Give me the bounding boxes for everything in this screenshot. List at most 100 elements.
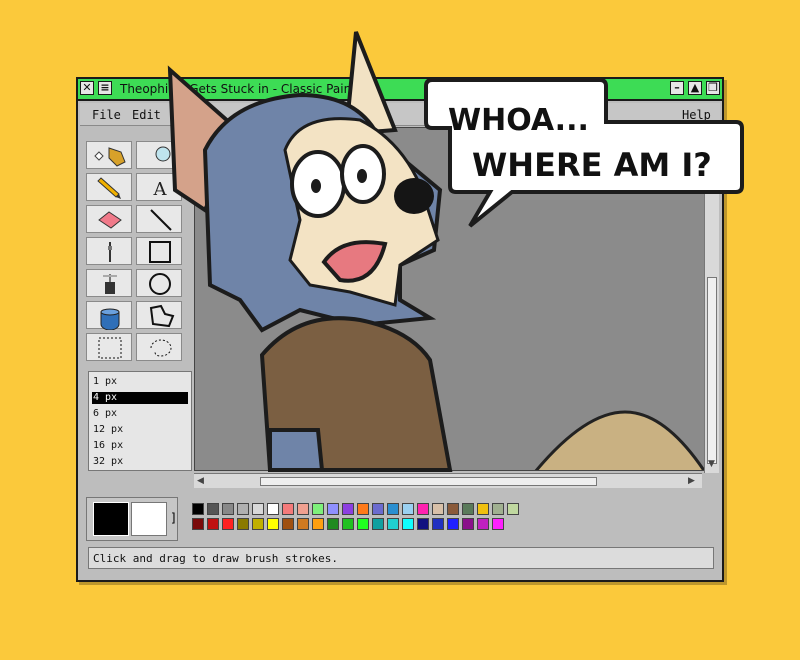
size-option[interactable]: 32 px (92, 456, 188, 468)
palette-swatch[interactable] (252, 503, 264, 515)
palette-swatch[interactable] (237, 503, 249, 515)
palette-swatch[interactable] (417, 518, 429, 530)
palette-swatch[interactable] (327, 518, 339, 530)
palette-swatch[interactable] (477, 518, 489, 530)
horizontal-scrollbar[interactable]: ◀ ▶ (194, 473, 702, 488)
status-bar: Click and drag to draw brush strokes. (88, 547, 714, 569)
palette-swatch[interactable] (207, 518, 219, 530)
palette-swatch[interactable] (492, 503, 504, 515)
lasso-tool[interactable] (136, 333, 182, 361)
rect-select-tool[interactable] (86, 333, 132, 361)
palette-swatch[interactable] (462, 503, 474, 515)
palette-swatch[interactable] (357, 503, 369, 515)
close-icon[interactable]: ✕ (80, 81, 94, 95)
ellipse-icon (149, 273, 171, 295)
magnifier-tool[interactable] (136, 141, 182, 169)
palette-swatch[interactable] (492, 518, 504, 530)
palette-swatch[interactable] (222, 503, 234, 515)
palette-swatch[interactable] (312, 503, 324, 515)
menu-help[interactable]: Help (682, 108, 711, 122)
primary-color[interactable] (93, 502, 129, 536)
palette-swatch[interactable] (282, 518, 294, 530)
fill-bucket-tool[interactable] (86, 301, 132, 330)
palette-swatch[interactable] (477, 503, 489, 515)
size-option-selected[interactable]: 4 px (92, 392, 188, 404)
vertical-scrollbar[interactable]: ▼ (704, 127, 719, 473)
restore-icon[interactable]: ❐ (706, 81, 720, 95)
palette-swatch[interactable] (192, 518, 204, 530)
palette-swatch[interactable] (432, 518, 444, 530)
window-title: Theophilus Gets Stuck in - Classic Paint (120, 82, 356, 96)
palette-swatch[interactable] (402, 518, 414, 530)
palette-swatch[interactable] (282, 503, 294, 515)
palette-swatch[interactable] (447, 503, 459, 515)
palette-swatch[interactable] (297, 503, 309, 515)
palette-swatch[interactable] (252, 518, 264, 530)
palette-swatch[interactable] (297, 518, 309, 530)
line-icon (150, 209, 172, 231)
text-tool[interactable]: A (136, 173, 182, 201)
palette-swatch[interactable] (432, 503, 444, 515)
menu-bar: File Edit Help (80, 103, 720, 126)
rectangle-tool[interactable] (136, 237, 182, 265)
palette-swatch[interactable] (267, 503, 279, 515)
horizontal-scroll-thumb[interactable] (260, 477, 597, 486)
free-select-icon (94, 147, 126, 167)
size-option[interactable]: 12 px (92, 424, 188, 436)
eraser-icon (98, 211, 122, 229)
lasso-icon (150, 339, 172, 357)
scroll-right-arrow-icon[interactable]: ▶ (688, 476, 695, 486)
minimize-icon[interactable]: – (670, 81, 684, 95)
palette-swatch[interactable] (387, 503, 399, 515)
line-tool[interactable] (136, 205, 182, 233)
vertical-scroll-thumb[interactable] (707, 277, 717, 464)
free-select-tool[interactable] (86, 141, 132, 169)
palette-swatch[interactable] (267, 518, 279, 530)
pencil-icon (97, 177, 121, 199)
secondary-color[interactable] (131, 502, 167, 536)
brush-size-list: 1 px 4 px 6 px 12 px 16 px 32 px (88, 371, 192, 471)
pencil-tool[interactable] (86, 173, 132, 201)
palette-swatch[interactable] (342, 503, 354, 515)
palette-swatch[interactable] (327, 503, 339, 515)
toolbox: A (86, 141, 192, 373)
ellipse-tool[interactable] (136, 269, 182, 297)
palette-swatch[interactable] (192, 503, 204, 515)
palette-swatch[interactable] (372, 518, 384, 530)
polygon-icon (149, 304, 175, 328)
magnifier-icon (155, 146, 171, 162)
active-colors (86, 497, 178, 541)
palette-swatch[interactable] (357, 518, 369, 530)
palette-swatch[interactable] (417, 503, 429, 515)
size-option[interactable]: 16 px (92, 440, 188, 452)
size-option[interactable]: 6 px (92, 408, 188, 420)
maximize-icon[interactable]: ▲ (688, 81, 702, 95)
airbrush-icon (103, 274, 117, 294)
window-menu-icon[interactable]: ≡ (98, 81, 112, 95)
palette-swatch[interactable] (372, 503, 384, 515)
eraser-tool[interactable] (86, 205, 132, 233)
polygon-tool[interactable] (136, 301, 182, 329)
palette-swatch[interactable] (342, 518, 354, 530)
palette-swatch[interactable] (312, 518, 324, 530)
palette-swatch[interactable] (507, 503, 519, 515)
palette-swatch[interactable] (402, 503, 414, 515)
brush-tool[interactable] (86, 237, 132, 265)
palette-swatch[interactable] (222, 518, 234, 530)
airbrush-tool[interactable] (86, 269, 132, 297)
scroll-down-arrow-icon[interactable]: ▼ (708, 459, 715, 469)
menu-edit[interactable]: Edit (132, 108, 161, 122)
title-bar[interactable]: ✕ ≡ Theophilus Gets Stuck in - Classic P… (78, 79, 722, 101)
palette-swatch[interactable] (237, 518, 249, 530)
palette-swatch[interactable] (387, 518, 399, 530)
size-option[interactable]: 1 px (92, 376, 188, 388)
brush-icon (108, 242, 112, 262)
scroll-left-arrow-icon[interactable]: ◀ (197, 476, 204, 486)
palette-swatch[interactable] (462, 518, 474, 530)
paint-window: ✕ ≡ Theophilus Gets Stuck in - Classic P… (76, 77, 724, 582)
menu-file[interactable]: File (92, 108, 121, 122)
drawing-canvas[interactable] (194, 127, 706, 471)
color-bracket: ] (170, 511, 178, 525)
palette-swatch[interactable] (207, 503, 219, 515)
palette-swatch[interactable] (447, 518, 459, 530)
